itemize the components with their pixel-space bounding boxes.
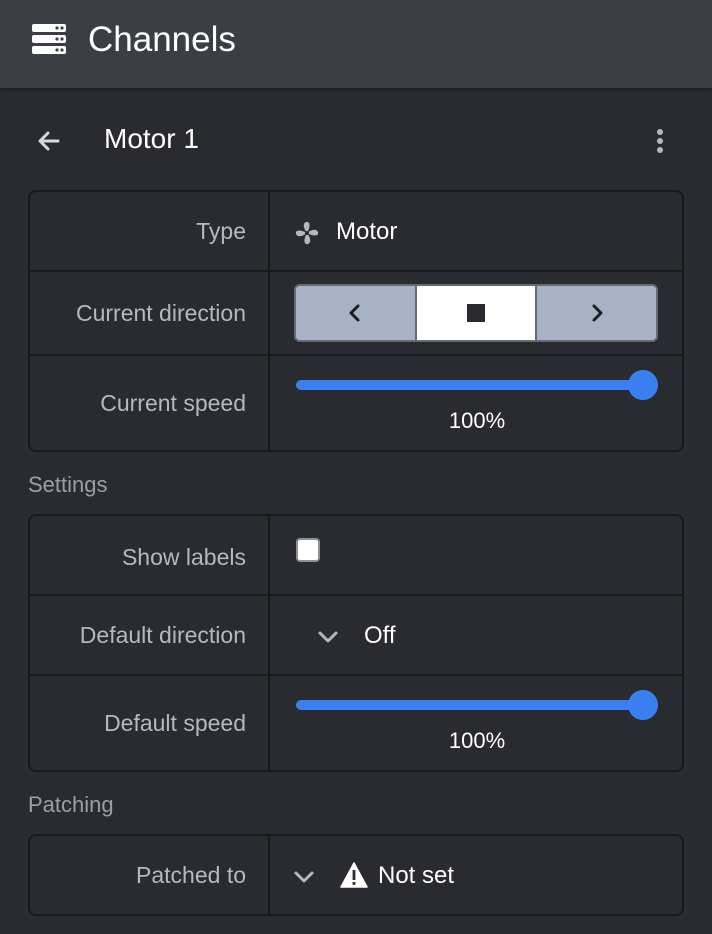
show-labels-row: Show labels [30,516,682,596]
kebab-menu-icon[interactable] [650,126,670,156]
column-divider [268,516,270,594]
arrow-left-icon[interactable] [36,128,62,154]
current-speed-label: Current speed [100,390,246,416]
column-divider [268,192,270,270]
current-speed-row: Current speed 100% [30,356,682,450]
column-divider [268,356,270,450]
column-divider [268,596,270,674]
default-speed-slider[interactable] [296,690,658,720]
patched-to-label: Patched to [136,862,246,888]
forward-button[interactable] [537,286,656,340]
column-divider [268,272,270,354]
fan-icon [295,221,319,245]
settings-section-title: Settings [28,472,108,497]
chevron-down-icon[interactable] [316,625,340,649]
current-direction-row: Current direction [30,272,682,356]
channel-info-card: Type Motor Current direction Current spe… [28,190,684,452]
chevron-right-icon [592,304,603,322]
slider-fill [296,380,658,390]
patched-to-row: Patched to Not set [30,836,682,914]
default-speed-value: 100% [448,728,506,753]
show-labels-checkbox[interactable] [296,538,320,562]
type-row: Type Motor [30,192,682,272]
default-speed-label: Default speed [104,710,246,736]
column-divider [268,676,270,770]
show-labels-label: Show labels [121,544,246,570]
stop-icon [467,304,485,322]
current-speed-value: 100% [448,408,506,433]
direction-button-group [294,284,658,342]
reverse-button[interactable] [296,286,417,340]
patching-section-title: Patching [28,792,114,817]
slider-thumb[interactable] [628,370,658,400]
current-speed-slider[interactable] [296,370,658,400]
current-direction-label: Current direction [75,300,246,326]
default-direction-row: Default direction Off [30,596,682,676]
settings-card: Show labels Default direction Off Defaul… [28,514,684,772]
default-direction-select[interactable]: Off [364,622,396,650]
default-speed-row: Default speed 100% [30,676,682,770]
warning-icon [340,862,368,888]
stop-button[interactable] [416,286,538,340]
column-divider [268,836,270,914]
type-value: Motor [336,218,398,245]
server-stack-icon [32,24,66,54]
patched-to-select[interactable]: Not set [378,862,454,890]
slider-fill [296,700,658,710]
chevron-left-icon [349,304,360,322]
default-direction-label: Default direction [79,622,246,648]
app-header: Channels [0,0,712,88]
chevron-down-icon[interactable] [292,865,316,889]
channel-header: Motor 1 [0,110,712,170]
page-title: Channels [88,20,236,59]
type-label: Type [196,218,246,244]
slider-thumb[interactable] [628,690,658,720]
patching-card: Patched to Not set [28,834,684,916]
channel-name: Motor 1 [104,123,199,154]
